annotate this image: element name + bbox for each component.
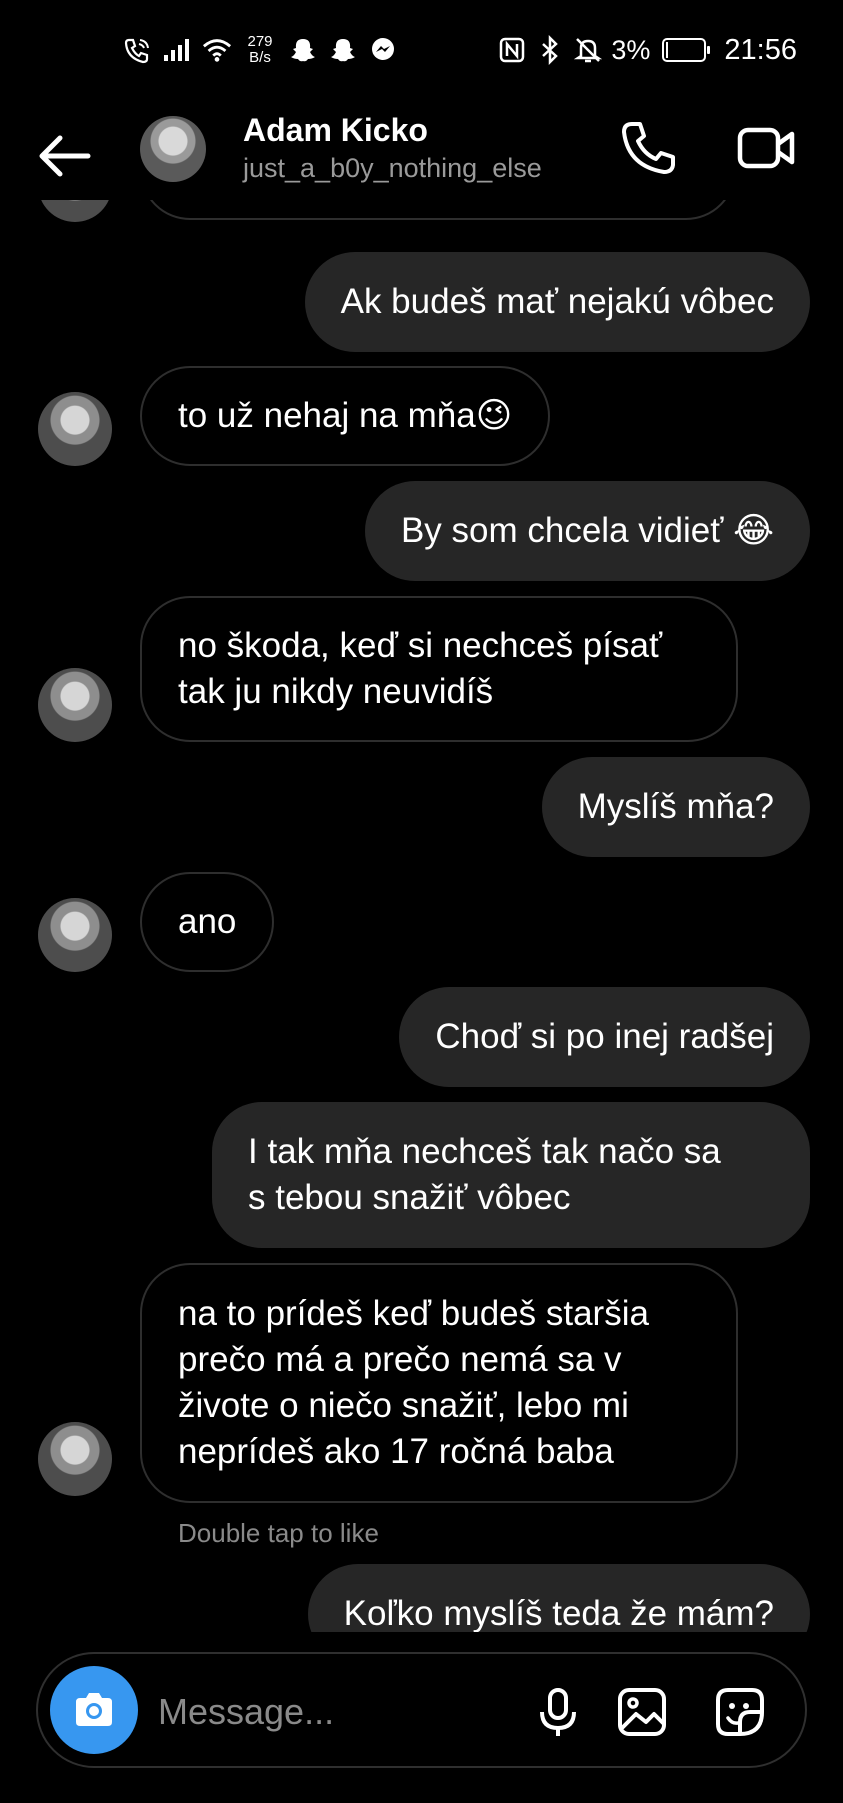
messenger-icon	[368, 35, 398, 65]
message-bubble-outgoing[interactable]: Ak budeš mať nejakú vôbec	[304, 252, 810, 352]
back-button[interactable]	[36, 126, 96, 186]
message-bubble-incoming[interactable]: to už nehaj na mňa😉	[140, 366, 551, 466]
message-bubble-incoming[interactable]: na to prídeš keď budeš staršia prečo má …	[140, 1263, 738, 1503]
message-line: I tak mňa nechceš tak načo sa	[248, 1132, 721, 1171]
message-line: živote o niečo snažiť, lebo mi	[178, 1386, 629, 1425]
image-icon	[618, 1688, 666, 1736]
status-bar-right: 3% 21:56	[497, 28, 797, 72]
camera-icon	[76, 1693, 112, 1726]
gallery-button[interactable]	[612, 1682, 672, 1742]
video-camera-icon	[737, 127, 795, 169]
snapchat-icon	[328, 35, 358, 65]
voice-call-button[interactable]	[616, 116, 680, 180]
contact-handle: just_a_b0y_nothing_else	[243, 153, 542, 183]
contact-info[interactable]: Adam Kicko just_a_b0y_nothing_else	[243, 110, 542, 186]
message-line: na to prídeš keď budeš staršia	[178, 1294, 649, 1333]
battery-percent: 3%	[611, 34, 651, 65]
clock: 21:56	[724, 33, 797, 66]
phone-icon	[622, 122, 675, 174]
status-bar: 279 B/s 3% 21:56	[0, 0, 843, 100]
snapchat-icon	[288, 35, 318, 65]
network-speed-unit: B/s	[249, 49, 271, 66]
sender-avatar[interactable]	[38, 392, 112, 466]
message-bubble-outgoing[interactable]: By som chcela vidieť 😂	[364, 481, 810, 581]
video-call-button[interactable]	[734, 116, 798, 180]
message-bubble-outgoing[interactable]: Koľko myslíš teda že mám?	[307, 1564, 810, 1632]
message-text: Ak budeš mať nejakú vôbec	[340, 282, 774, 321]
message-text: ano	[178, 902, 237, 941]
bell-muted-icon	[573, 35, 603, 65]
microphone-icon	[540, 1688, 576, 1736]
chat-header: Adam Kicko just_a_b0y_nothing_else	[0, 100, 843, 210]
message-text: Myslíš mňa?	[577, 787, 774, 826]
camera-button[interactable]	[50, 1666, 138, 1754]
message-input[interactable]	[158, 1684, 518, 1740]
sender-avatar[interactable]	[38, 668, 112, 742]
message-text: Koľko myslíš teda že mám?	[343, 1594, 774, 1632]
message-text: to už nehaj na mňa😉	[178, 396, 513, 435]
message-bubble-outgoing[interactable]: Choď si po inej radšej	[399, 987, 810, 1087]
message-line: no škoda, keď si nechceš písať	[178, 626, 663, 665]
battery-fill	[666, 42, 669, 58]
wifi-icon	[202, 35, 232, 65]
arrow-left-icon	[39, 135, 91, 177]
message-thread[interactable]: Ak budeš mať nejakú vôbec to už nehaj na…	[0, 200, 843, 1632]
signal-icon	[162, 35, 192, 65]
double-tap-hint: Double tap to like	[178, 1518, 379, 1548]
message-line: prečo má a prečo nemá sa v	[178, 1340, 622, 1379]
wifi-calling-icon	[122, 35, 152, 65]
nfc-icon	[497, 35, 527, 65]
message-bubble-outgoing[interactable]: Myslíš mňa?	[541, 757, 810, 857]
message-text: Choď si po inej radšej	[435, 1017, 774, 1056]
sender-avatar[interactable]	[38, 898, 112, 972]
battery-icon	[662, 38, 711, 62]
sticker-icon	[716, 1688, 764, 1736]
message-line: s tebou snažiť vôbec	[248, 1178, 571, 1217]
bluetooth-icon	[535, 35, 565, 65]
sticker-button[interactable]	[710, 1682, 770, 1742]
message-line: tak ju nikdy neuvidíš	[178, 672, 494, 711]
network-speed: 279 B/s	[242, 34, 278, 66]
message-composer	[36, 1652, 807, 1768]
contact-avatar[interactable]	[140, 116, 206, 182]
message-bubble-incoming[interactable]	[140, 200, 736, 220]
message-bubble-incoming[interactable]: no škoda, keď si nechceš písať tak ju ni…	[140, 596, 738, 742]
message-text: By som chcela vidieť 😂	[400, 511, 774, 550]
contact-name: Adam Kicko	[243, 112, 428, 148]
message-line: neprídeš ako 17 ročná baba	[178, 1432, 614, 1471]
message-bubble-incoming[interactable]: ano	[140, 872, 275, 972]
message-bubble-outgoing[interactable]: I tak mňa nechceš tak načo sa s tebou sn…	[212, 1102, 810, 1248]
network-speed-value: 279	[247, 33, 273, 50]
sender-avatar[interactable]	[38, 200, 112, 222]
sender-avatar[interactable]	[38, 1422, 112, 1496]
microphone-button[interactable]	[528, 1682, 588, 1742]
status-bar-left: 279 B/s	[122, 28, 398, 72]
